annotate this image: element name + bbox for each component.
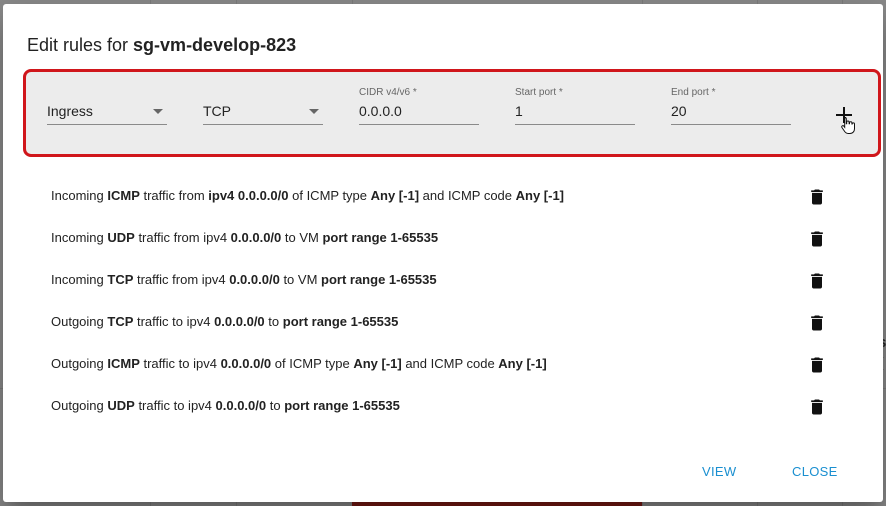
rule-text-fragment: Incoming — [51, 272, 108, 287]
rule-text-fragment: and ICMP code — [419, 188, 516, 203]
delete-rule-trash-icon[interactable] — [807, 312, 827, 334]
rule-text-fragment: traffic to ipv4 — [139, 356, 221, 371]
direction-select[interactable]: Ingress — [47, 72, 167, 125]
delete-rule-trash-icon[interactable] — [807, 396, 827, 418]
rule-text-fragment: and ICMP code — [401, 356, 499, 371]
rule-text-fragment: to — [264, 314, 283, 329]
rule-row: Incoming UDP traffic from ipv4 0.0.0.0/0… — [3, 218, 883, 260]
delete-rule-trash-icon[interactable] — [807, 354, 827, 376]
rule-highlight: Any [-1] — [353, 356, 402, 371]
cidr-label: CIDR v4/v6 * — [359, 87, 417, 98]
rule-text-fragment: to VM — [279, 272, 322, 287]
rule-highlight: 0.0.0.0/0 — [214, 314, 265, 329]
hand-cursor-icon — [841, 117, 855, 134]
delete-rule-trash-icon[interactable] — [807, 186, 827, 208]
rule-highlight: 0.0.0.0/0 — [220, 356, 272, 371]
rule-text-fragment: Outgoing — [51, 314, 108, 329]
rule-highlight: Any [-1] — [515, 188, 565, 203]
start-port-label: Start port * — [515, 87, 563, 98]
rule-highlight: UDP — [107, 398, 135, 413]
rule-highlight: port range 1-65535 — [321, 272, 437, 287]
rule-text-fragment: Outgoing — [51, 356, 108, 371]
rule-text-fragment: traffic from ipv4 — [133, 272, 230, 287]
rule-text-fragment: to — [266, 398, 285, 413]
rule-description: Incoming UDP traffic from ipv4 0.0.0.0/0… — [51, 230, 438, 245]
cidr-value[interactable]: 0.0.0.0 — [359, 103, 402, 119]
start-port-input[interactable]: Start port * 1 — [515, 72, 635, 125]
rule-description: Outgoing TCP traffic to ipv4 0.0.0.0/0 t… — [51, 314, 398, 329]
field-underline — [203, 124, 323, 125]
rule-highlight: 0.0.0.0/0 — [229, 272, 280, 287]
rule-highlight: TCP — [107, 272, 134, 287]
rule-text-fragment: Incoming — [51, 188, 108, 203]
protocol-value: TCP — [203, 103, 231, 119]
edit-rules-dialog: Edit rules for sg-vm-develop-823 Ingress… — [3, 4, 883, 502]
rule-text-fragment: Outgoing — [51, 398, 108, 413]
protocol-select[interactable]: TCP — [203, 72, 323, 125]
rule-row: Outgoing ICMP traffic to ipv4 0.0.0.0/0 … — [3, 344, 883, 386]
rule-text-fragment: of ICMP type — [288, 188, 371, 203]
delete-rule-trash-icon[interactable] — [807, 270, 827, 292]
field-underline — [515, 124, 635, 125]
rule-description: Incoming TCP traffic from ipv4 0.0.0.0/0… — [51, 272, 437, 287]
start-port-value[interactable]: 1 — [515, 103, 523, 119]
rule-text-fragment: traffic from — [139, 188, 209, 203]
rule-highlight: 0.0.0.0/0 — [230, 230, 282, 245]
rule-description: Outgoing UDP traffic to ipv4 0.0.0.0/0 t… — [51, 398, 400, 413]
rule-row: Incoming TCP traffic from ipv4 0.0.0.0/0… — [3, 260, 883, 302]
rule-row: Outgoing UDP traffic to ipv4 0.0.0.0/0 t… — [3, 386, 883, 428]
rule-highlight: Any [-1] — [370, 188, 420, 203]
dialog-title: Edit rules for sg-vm-develop-823 — [27, 35, 296, 56]
rule-highlight: port range 1-65535 — [282, 314, 399, 329]
rule-text-fragment: traffic to ipv4 — [133, 314, 215, 329]
rule-text-fragment: Incoming — [51, 230, 108, 245]
security-group-name: sg-vm-develop-823 — [133, 35, 297, 55]
delete-rule-trash-icon[interactable] — [807, 228, 827, 250]
field-underline — [359, 124, 479, 125]
dialog-title-prefix: Edit rules for — [27, 35, 134, 55]
rule-text-fragment: traffic from ipv4 — [134, 230, 231, 245]
rule-highlight: UDP — [107, 230, 135, 245]
dropdown-arrow-icon — [309, 109, 319, 114]
field-underline — [47, 124, 167, 125]
rule-description: Outgoing ICMP traffic to ipv4 0.0.0.0/0 … — [51, 356, 547, 371]
rule-highlight: ICMP — [107, 356, 140, 371]
close-button[interactable]: CLOSE — [792, 464, 838, 479]
rule-text-fragment: to VM — [281, 230, 323, 245]
end-port-input[interactable]: End port * 20 — [671, 72, 791, 125]
rule-description: Incoming ICMP traffic from ipv4 0.0.0.0/… — [51, 188, 564, 203]
new-rule-form: Ingress TCP CIDR v4/v6 * 0.0.0.0 Start p… — [23, 69, 881, 157]
rule-text-fragment: of ICMP type — [271, 356, 354, 371]
rule-highlight: ICMP — [107, 188, 140, 203]
end-port-value[interactable]: 20 — [671, 103, 687, 119]
rule-highlight: ipv4 0.0.0.0/0 — [208, 188, 289, 203]
rule-highlight: TCP — [107, 314, 134, 329]
rule-highlight: port range 1-65535 — [322, 230, 439, 245]
rule-text-fragment: traffic to ipv4 — [134, 398, 216, 413]
cidr-input[interactable]: CIDR v4/v6 * 0.0.0.0 — [359, 72, 479, 125]
dropdown-arrow-icon — [153, 109, 163, 114]
field-underline — [671, 124, 791, 125]
direction-value: Ingress — [47, 103, 93, 119]
rule-row: Outgoing TCP traffic to ipv4 0.0.0.0/0 t… — [3, 302, 883, 344]
end-port-label: End port * — [671, 87, 716, 98]
view-button[interactable]: VIEW — [702, 464, 736, 479]
rule-row: Incoming ICMP traffic from ipv4 0.0.0.0/… — [3, 176, 883, 218]
rule-highlight: port range 1-65535 — [284, 398, 400, 413]
rule-highlight: 0.0.0.0/0 — [215, 398, 267, 413]
rule-highlight: Any [-1] — [498, 356, 547, 371]
